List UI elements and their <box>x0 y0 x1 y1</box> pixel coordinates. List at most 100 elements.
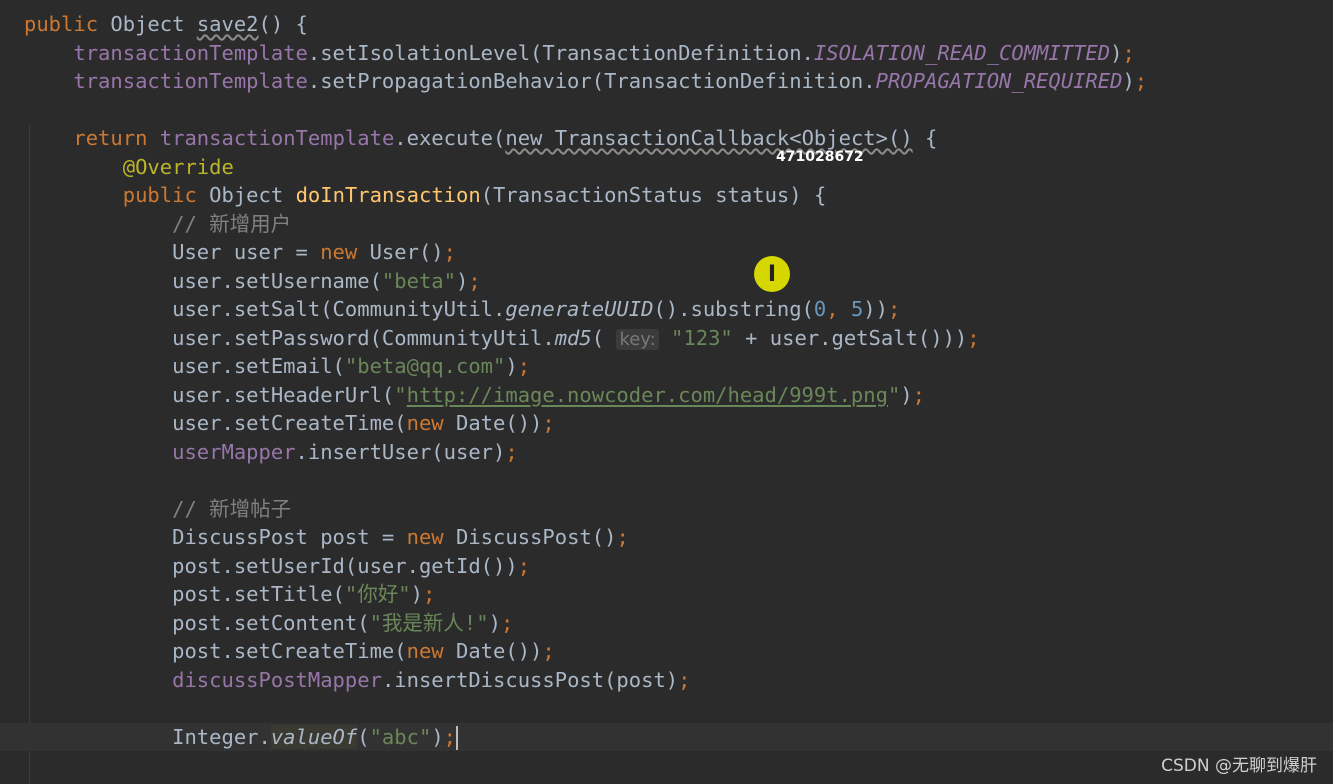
code-token: ; <box>887 297 901 321</box>
code-line[interactable]: User user = new User(); <box>0 238 1333 266</box>
code-token: ISOLATION_READ_COMMITTED <box>813 40 1111 65</box>
code-token: valueOf <box>270 724 358 749</box>
string-literal: http://image.nowcoder.com/head/999t.png <box>406 382 888 407</box>
string-literal: "123" <box>671 325 733 350</box>
code-token: .insertUser(user) <box>295 439 506 464</box>
code-line[interactable]: user.setPassword(CommunityUtil.md5( key:… <box>0 324 1333 352</box>
code-token: ) <box>1110 40 1123 65</box>
string-literal: "abc" <box>369 724 432 749</box>
code-token: user.setPassword(CommunityUtil. <box>24 325 555 350</box>
code-token: @Override <box>122 154 234 179</box>
code-token: user.setCreateTime( <box>24 411 407 435</box>
code-token: ) <box>455 268 469 293</box>
code-token: ) <box>1122 69 1135 93</box>
code-token: post.setTitle( <box>24 582 345 606</box>
code-token: ; <box>500 610 514 635</box>
code-token: ) <box>488 610 501 635</box>
code-token: public <box>24 12 111 36</box>
code-line[interactable]: @Override <box>0 153 1333 181</box>
code-token: User user = <box>24 240 321 264</box>
code-token: user.setHeaderUrl( <box>24 382 395 407</box>
code-line[interactable]: user.setCreateTime(new Date()); <box>0 409 1333 437</box>
code-line[interactable] <box>0 694 1333 722</box>
mouse-cursor-highlight-icon: I <box>754 256 790 292</box>
code-token: ) <box>431 724 444 749</box>
code-line[interactable]: user.setSalt(CommunityUtil.generateUUID(… <box>0 295 1333 323</box>
code-line[interactable]: user.setUsername("beta"); <box>0 267 1333 295</box>
code-line[interactable]: post.setUserId(user.getId()); <box>0 552 1333 580</box>
code-line[interactable]: transactionTemplate.setPropagationBehavi… <box>0 67 1333 95</box>
code-line[interactable]: Integer.valueOf("abc"); <box>0 722 1333 751</box>
code-token: Object <box>209 183 296 207</box>
code-token: new <box>406 639 456 663</box>
code-line[interactable]: // 新增帖子 <box>0 495 1333 523</box>
code-line[interactable] <box>0 96 1333 124</box>
code-token: return <box>73 126 160 150</box>
code-token: ; <box>505 439 518 464</box>
code-token: userMapper <box>172 439 296 464</box>
code-token: ; <box>443 240 456 264</box>
code-token: user.setEmail( <box>24 354 345 378</box>
string-literal: " <box>887 382 901 407</box>
code-line[interactable]: userMapper.insertUser(user); <box>0 438 1333 466</box>
code-token: Date()) <box>455 411 543 435</box>
video-id-overlay: 471028672 <box>776 149 864 165</box>
code-line[interactable]: user.setEmail("beta@qq.com"); <box>0 352 1333 380</box>
code-line[interactable]: public Object doInTransaction(Transactio… <box>0 181 1333 209</box>
code-editor[interactable]: public Object save2() { transactionTempl… <box>0 0 1333 784</box>
string-literal: "我是新人!" <box>369 610 489 635</box>
code-token: () { <box>258 12 308 36</box>
code-token: ; <box>443 724 456 749</box>
code-line[interactable]: post.setTitle("你好"); <box>0 580 1333 608</box>
code-token: Date()) <box>455 639 543 663</box>
code-token: ; <box>422 582 436 606</box>
code-token: .setIsolationLevel(TransactionDefinition… <box>307 40 814 65</box>
code-line[interactable]: post.setCreateTime(new Date()); <box>0 637 1333 665</box>
code-token: ( <box>357 724 370 749</box>
code-token: + user.getSalt())) <box>732 325 968 350</box>
string-literal: "你好" <box>344 582 411 606</box>
code-token: md5 <box>554 325 592 350</box>
code-line[interactable]: // 新增用户 <box>0 210 1333 238</box>
code-token: 0 <box>813 297 827 321</box>
code-token: discussPostMapper <box>172 667 382 692</box>
code-token: User() <box>369 240 444 264</box>
code-line[interactable]: return transactionTemplate.execute(new T… <box>0 124 1333 152</box>
code-line[interactable]: transactionTemplate.setIsolationLevel(Tr… <box>0 39 1333 67</box>
code-token: ; <box>967 325 980 350</box>
code-token: .insertDiscussPost(post) <box>381 667 679 692</box>
code-token: ; <box>912 382 925 407</box>
parameter-hint: key: <box>616 328 659 350</box>
code-line[interactable] <box>0 466 1333 494</box>
code-token: (TransactionStatus status) { <box>480 183 827 207</box>
code-token: post.setCreateTime( <box>24 639 407 663</box>
code-line[interactable]: DiscussPost post = new DiscussPost(); <box>0 523 1333 551</box>
code-token: doInTransaction <box>295 183 481 207</box>
code-token: ; <box>542 639 555 663</box>
code-line[interactable]: user.setHeaderUrl( "http://image.nowcoder… <box>0 381 1333 409</box>
code-token: ; <box>1122 40 1135 65</box>
code-token: ; <box>468 268 481 293</box>
code-token: ; <box>542 411 555 435</box>
code-token: { <box>912 126 938 150</box>
code-line[interactable]: discussPostMapper.insertDiscussPost(post… <box>0 666 1333 694</box>
code-token: new TransactionCallback<Object>() <box>505 126 913 150</box>
code-token: ) <box>505 354 518 378</box>
code-token: , <box>826 297 851 321</box>
code-token: ; <box>1134 69 1148 93</box>
code-token: post.setUserId(user.getId()) <box>24 553 518 578</box>
text-caret <box>456 725 458 750</box>
code-line[interactable] <box>0 751 1333 779</box>
code-line[interactable]: post.setContent("我是新人!"); <box>0 609 1333 637</box>
code-token: Integer. <box>24 724 271 749</box>
code-token: ) <box>900 382 913 407</box>
code-token: new <box>406 525 456 549</box>
code-line[interactable]: public Object save2() { <box>0 10 1333 38</box>
string-literal: "beta" <box>381 268 456 293</box>
